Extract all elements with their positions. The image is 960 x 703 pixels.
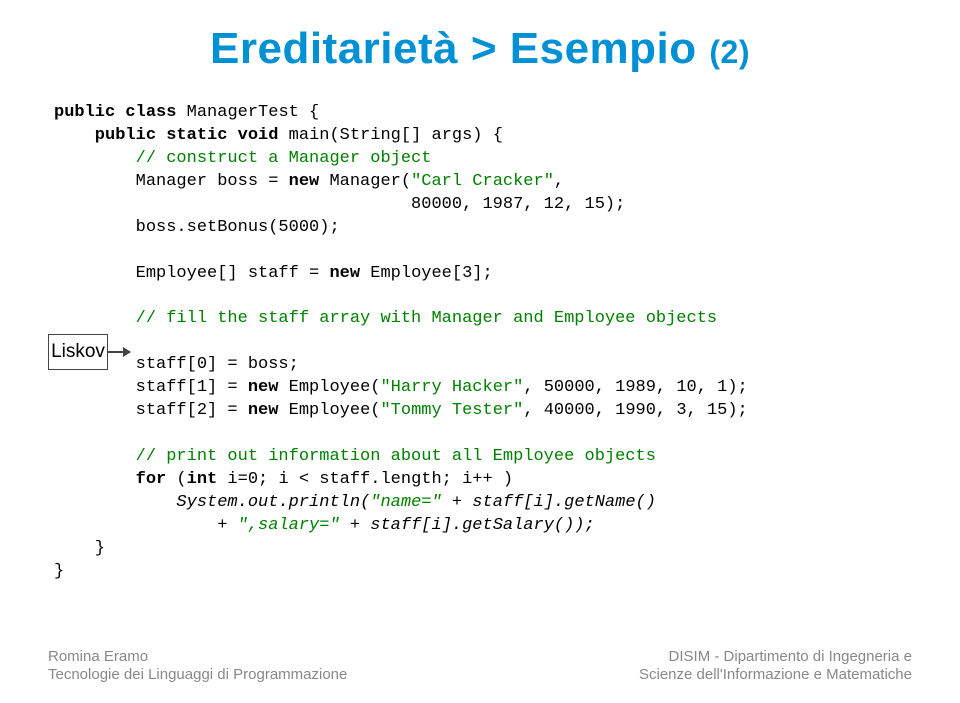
footer-right: DISIM - Dipartimento di Ingegneria e Sci… bbox=[639, 648, 912, 686]
code-text: } bbox=[54, 562, 64, 581]
code-text: , 40000, 1990, 3, 15); bbox=[523, 401, 747, 420]
liskov-label: Liskov bbox=[51, 341, 105, 363]
comment: // construct a Manager object bbox=[54, 149, 431, 168]
code-text: Manager( bbox=[319, 172, 411, 191]
italic-text: + staff[i].getName() bbox=[442, 493, 656, 512]
code-area: Liskov public class ManagerTest { public… bbox=[48, 102, 912, 584]
italic-text: + bbox=[54, 516, 238, 535]
kw-class: class bbox=[115, 103, 176, 122]
code-text: Employee( bbox=[278, 378, 380, 397]
comment: // print out information about all Emplo… bbox=[54, 447, 656, 466]
string-literal: "Harry Hacker" bbox=[380, 378, 523, 397]
footer-course: Tecnologie dei Linguaggi di Programmazio… bbox=[48, 666, 347, 685]
kw-new: new bbox=[248, 401, 279, 420]
kw-int: int bbox=[187, 470, 218, 489]
code-text: 80000, 1987, 12, 15); bbox=[54, 195, 625, 214]
kw-new: new bbox=[329, 264, 360, 283]
code-text: ( bbox=[166, 470, 186, 489]
kw-static: static bbox=[156, 126, 227, 145]
code-text: Employee( bbox=[278, 401, 380, 420]
code-text: Manager boss = bbox=[54, 172, 289, 191]
code-text: Employee[] staff = bbox=[54, 264, 329, 283]
kw-public: public bbox=[54, 103, 115, 122]
italic-text: .println( bbox=[278, 493, 370, 512]
title-small: (2) bbox=[709, 34, 750, 70]
code-text: i=0; i < staff.length; i++ ) bbox=[217, 470, 513, 489]
code-block: public class ManagerTest { public static… bbox=[54, 102, 912, 584]
footer: Romina Eramo Tecnologie dei Linguaggi di… bbox=[48, 648, 912, 686]
footer-author: Romina Eramo bbox=[48, 648, 347, 667]
liskov-annotation-box: Liskov bbox=[48, 334, 108, 370]
kw-public: public bbox=[54, 126, 156, 145]
string-literal: "name=" bbox=[370, 493, 441, 512]
kw-void: void bbox=[227, 126, 278, 145]
kw-for: for bbox=[54, 470, 166, 489]
italic-text: System. bbox=[54, 493, 248, 512]
title-main: Ereditarietà > Esempio bbox=[210, 24, 709, 73]
italic-text: + staff[i].getSalary()); bbox=[340, 516, 595, 535]
code-text: main(String[] args) { bbox=[278, 126, 502, 145]
footer-dept2: Scienze dell'Informazione e Matematiche bbox=[639, 666, 912, 685]
string-literal: "Tommy Tester" bbox=[380, 401, 523, 420]
arrow-icon bbox=[108, 351, 130, 353]
code-text: } bbox=[54, 539, 105, 558]
code-text: staff[2] = bbox=[54, 401, 248, 420]
string-literal: "Carl Cracker" bbox=[411, 172, 554, 191]
kw-new: new bbox=[248, 378, 279, 397]
italic-text: out bbox=[248, 493, 279, 512]
string-literal: ",salary=" bbox=[238, 516, 340, 535]
code-text: boss.setBonus(5000); bbox=[54, 218, 340, 237]
footer-dept1: DISIM - Dipartimento di Ingegneria e bbox=[639, 648, 912, 667]
code-text: , 50000, 1989, 10, 1); bbox=[523, 378, 747, 397]
code-text: staff[1] = bbox=[54, 378, 248, 397]
code-text: , bbox=[554, 172, 564, 191]
slide-title: Ereditarietà > Esempio (2) bbox=[48, 24, 912, 74]
code-text: ManagerTest { bbox=[176, 103, 319, 122]
slide: Ereditarietà > Esempio (2) Liskov public… bbox=[0, 0, 960, 703]
comment: // fill the staff array with Manager and… bbox=[54, 309, 717, 328]
code-text: Employee[3]; bbox=[360, 264, 493, 283]
kw-new: new bbox=[289, 172, 320, 191]
footer-left: Romina Eramo Tecnologie dei Linguaggi di… bbox=[48, 648, 347, 686]
